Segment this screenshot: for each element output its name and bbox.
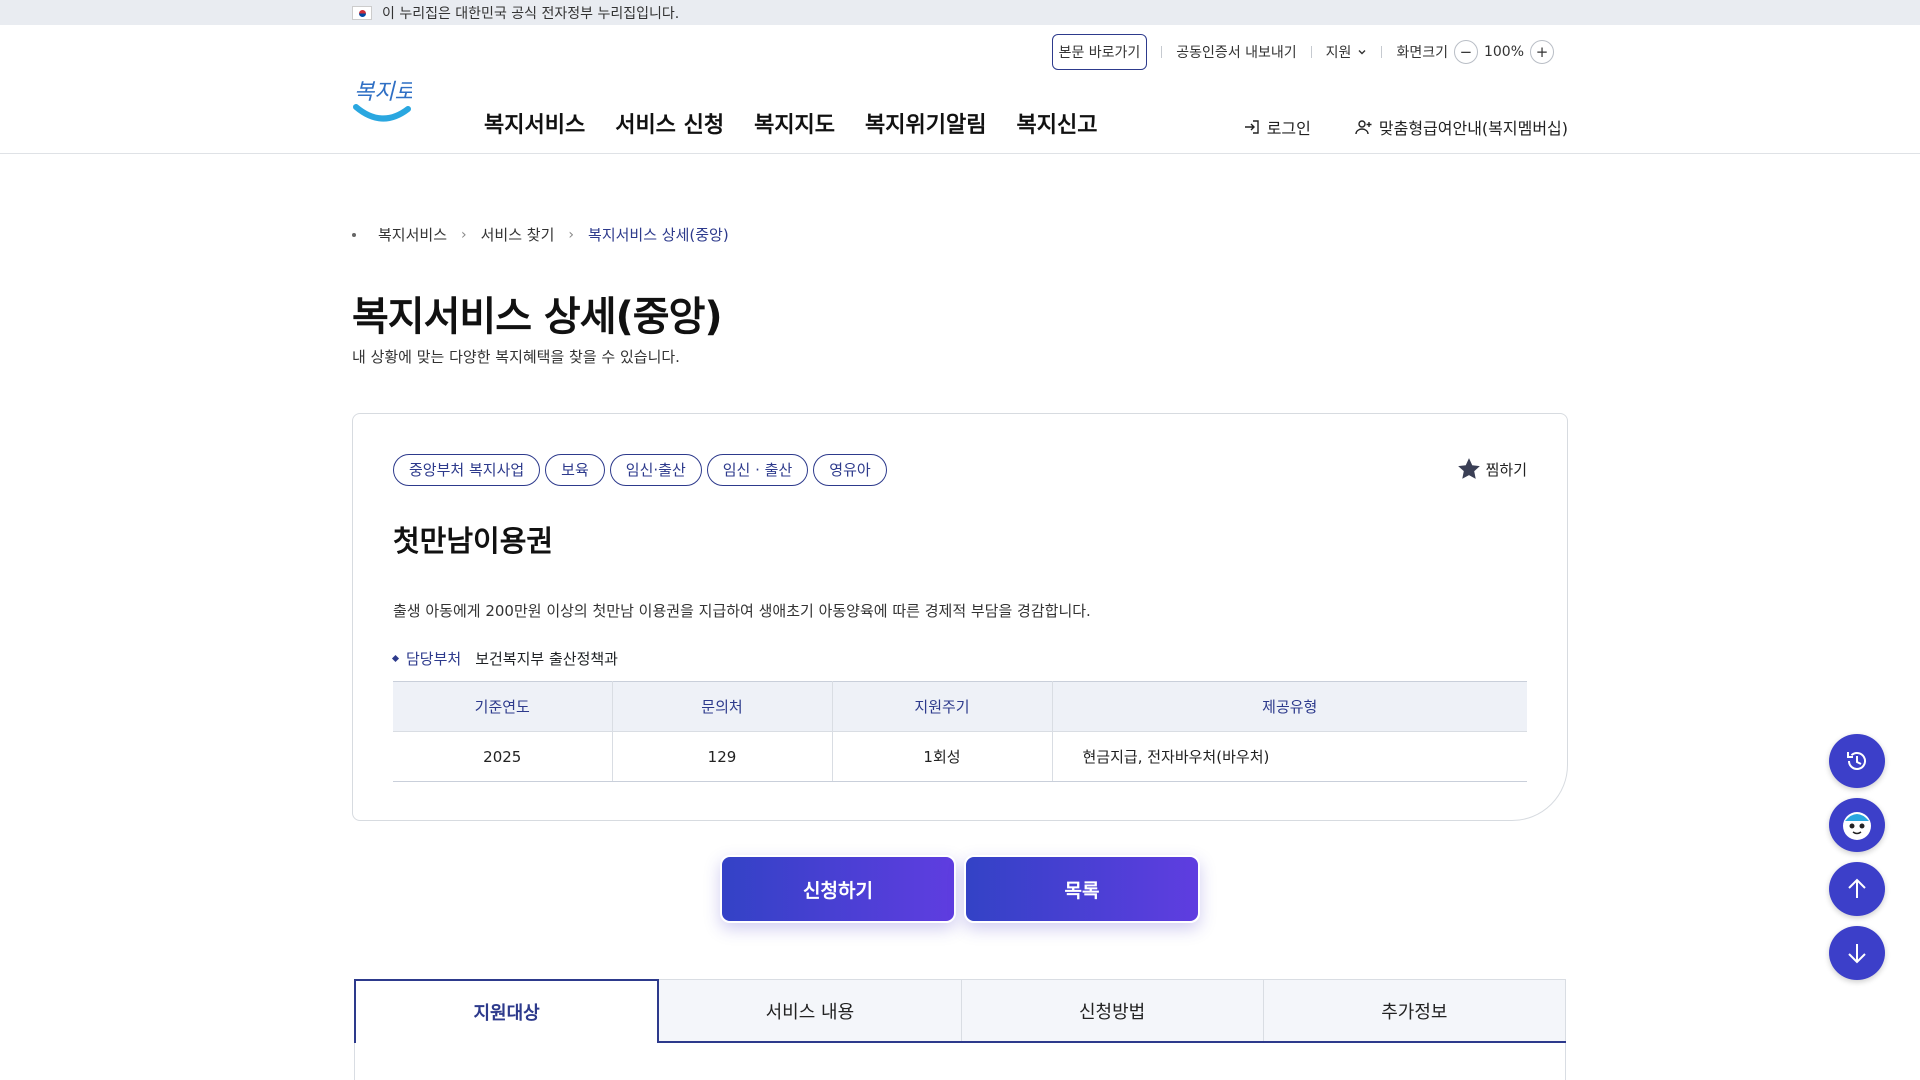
service-description: 출생 아동에게 200만원 이상의 첫만남 이용권을 지급하여 생애초기 아동양… [393, 602, 1091, 620]
zoom-label: 화면크기 [1396, 45, 1448, 61]
breadcrumb-current: 복지서비스 상세(중앙) [588, 226, 729, 244]
tag[interactable]: 임신·출산 [609, 454, 702, 486]
cert-export-link[interactable]: 공동인증서 내보내기 [1162, 42, 1310, 62]
page-description: 내 상황에 맞는 다양한 복지혜택을 찾을 수 있습니다. [352, 348, 680, 366]
tab-service-content[interactable]: 서비스 내용 [659, 979, 962, 1041]
chatbot-button[interactable] [1829, 798, 1885, 852]
login-link[interactable]: 로그인 [1243, 115, 1311, 139]
table-header: 제공유형 [1052, 681, 1527, 732]
tag[interactable]: 영유아 [813, 454, 887, 486]
department-info: 담당부처 보건복지부 출산정책과 [393, 648, 618, 669]
site-logo[interactable]: 복지로 [352, 73, 416, 125]
arrow-down-icon [1848, 944, 1866, 964]
support-dropdown[interactable]: 지원 [1312, 42, 1382, 62]
tag[interactable]: 임신 · 출산 [706, 454, 809, 486]
table-header: 문의처 [612, 681, 833, 732]
service-title: 첫만남이용권 [393, 524, 554, 558]
gnb-item-welfare-service[interactable]: 복지서비스 [484, 107, 585, 139]
bokjiro-logo-icon: 복지로 [353, 80, 416, 122]
table-cell: 1회성 [832, 731, 1053, 782]
skip-to-content-link[interactable]: 본문 바로가기 [1051, 34, 1148, 70]
tab-eligibility[interactable]: 지원대상 [354, 979, 660, 1043]
table-row: 2025 129 1회성 현금지급, 전자바우처(바우처) [393, 731, 1527, 782]
star-icon [1457, 458, 1480, 479]
table-header: 지원주기 [832, 681, 1053, 732]
tab-content-panel [354, 1043, 1566, 1080]
apply-button[interactable]: 신청하기 [720, 855, 956, 923]
table-cell: 현금지급, 전자바우처(바우처) [1052, 731, 1527, 782]
login-label: 로그인 [1266, 119, 1311, 138]
history-icon [1847, 752, 1866, 770]
department-label: 담당부처 [393, 648, 461, 669]
utility-bar: 본문 바로가기 공동인증서 내보내기 지원 화면크기 − 100% + [1038, 34, 1568, 70]
user-add-icon [1355, 120, 1372, 135]
table-header-row: 기준연도 문의처 지원주기 제공유형 [393, 681, 1527, 732]
zoom-in-button[interactable]: + [1530, 40, 1554, 64]
action-buttons: 신청하기 목록 [720, 855, 1200, 923]
table-cell: 129 [612, 731, 833, 782]
service-card: 중앙부처 복지사업 보육 임신·출산 임신 · 출산 영유아 찜하기 첫만남이용… [352, 413, 1568, 821]
chevron-right-icon: › [461, 226, 467, 243]
breadcrumb-item[interactable]: 서비스 찾기 [481, 224, 555, 245]
gov-banner-text: 이 누리집은 대한민국 공식 전자정부 누리집입니다. [382, 5, 680, 22]
tab-additional-info[interactable]: 추가정보 [1263, 979, 1566, 1041]
zoom-value: 100% [1483, 44, 1524, 60]
gnb-item-service-apply[interactable]: 서비스 신청 [615, 107, 724, 139]
korea-flag-icon [352, 5, 372, 20]
main-navigation: 복지서비스 서비스 신청 복지지도 복지위기알림 복지신고 [484, 107, 1120, 139]
department-value: 보건복지부 출산정책과 [475, 650, 618, 668]
scroll-top-button[interactable] [1829, 862, 1885, 916]
login-icon [1244, 120, 1259, 134]
chatbot-icon [1843, 812, 1871, 840]
chevron-right-icon: › [568, 226, 575, 243]
svg-text:복지로: 복지로 [354, 80, 412, 105]
gov-banner: 이 누리집은 대한민국 공식 전자정부 누리집입니다. [0, 0, 1920, 25]
arrow-up-icon [1848, 878, 1866, 898]
page-title: 복지서비스 상세(중앙) [352, 294, 723, 340]
breadcrumb-home-dot [352, 232, 356, 237]
table-header: 기준연도 [393, 681, 613, 732]
floating-menu [1829, 734, 1885, 980]
membership-link[interactable]: 맞춤형급여안내(복지멤버십) [1355, 115, 1568, 139]
gnb-item-crisis-alert[interactable]: 복지위기알림 [865, 107, 986, 139]
membership-label: 맞춤형급여안내(복지멤버십) [1378, 119, 1568, 138]
tab-application-method[interactable]: 신청방법 [961, 979, 1264, 1041]
zoom-control: 화면크기 − 100% + [1382, 40, 1568, 64]
favorite-button[interactable]: 찜하기 [1456, 456, 1527, 482]
support-label: 지원 [1325, 45, 1352, 61]
history-button[interactable] [1829, 734, 1885, 788]
service-tags: 중앙부처 복지사업 보육 임신·출산 임신 · 출산 영유아 [393, 454, 887, 486]
tag[interactable]: 중앙부처 복지사업 [393, 454, 541, 486]
site-header: 본문 바로가기 공동인증서 내보내기 지원 화면크기 − 100% + 복지로 … [0, 25, 1920, 154]
header-actions: 로그인 맞춤형급여안내(복지멤버십) [1243, 115, 1568, 139]
chevron-down-icon [1358, 50, 1366, 55]
zoom-out-button[interactable]: − [1453, 40, 1478, 64]
favorite-label: 찜하기 [1485, 460, 1527, 479]
breadcrumb-item[interactable]: 복지서비스 [378, 224, 447, 245]
gnb-item-welfare-report[interactable]: 복지신고 [1017, 107, 1098, 139]
gnb-item-welfare-map[interactable]: 복지지도 [754, 107, 835, 139]
detail-tabs: 지원대상 서비스 내용 신청방법 추가정보 [354, 979, 1566, 1043]
table-cell: 2025 [393, 731, 613, 782]
list-button[interactable]: 목록 [964, 855, 1200, 923]
scroll-bottom-button[interactable] [1829, 926, 1885, 980]
breadcrumb: 복지서비스 › 서비스 찾기 › 복지서비스 상세(중앙) [352, 224, 729, 245]
service-info-table: 기준연도 문의처 지원주기 제공유형 2025 129 1회성 현금지급, 전자… [393, 681, 1527, 782]
tag[interactable]: 보육 [545, 454, 605, 486]
